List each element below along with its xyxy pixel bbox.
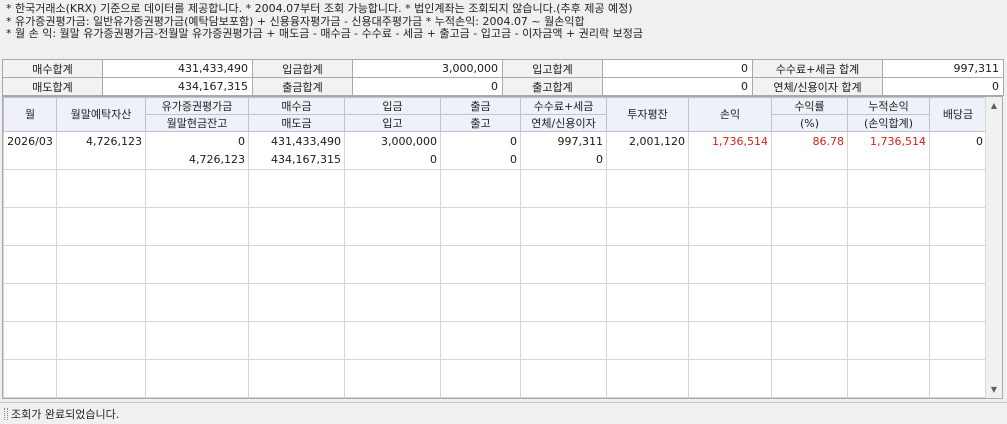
header-buy[interactable]: 매수금 [248, 97, 345, 115]
cell-sell: 434,167,315 [248, 150, 345, 170]
header-cum-pnl-sub[interactable]: (손익합계) [847, 114, 930, 132]
empty-row[interactable] [3, 378, 987, 398]
monthly-pnl-table: 월 월말예탁자산 유가증권평가금 매수금 입금 출금 수수료+세금 투자평잔 손… [3, 97, 987, 398]
empty-row[interactable] [3, 340, 987, 360]
cell-avg-investment: 2,001,120 [606, 131, 689, 151]
cell-return-pct: 86.78 [771, 131, 848, 151]
cell-deposit: 3,000,000 [344, 131, 441, 151]
header-cum-pnl[interactable]: 누적손익 [847, 97, 930, 115]
empty-row[interactable] [3, 321, 987, 341]
empty-row[interactable] [3, 226, 987, 246]
header-month-end-cash[interactable]: 월말현금잔고 [145, 114, 249, 132]
notice-line-krx: * 한국거래소(KRX) 기준으로 데이터를 제공합니다. * 2004.07부… [6, 3, 633, 15]
header-pnl[interactable]: 손익 [688, 97, 772, 132]
withdraw-total-label: 출금합계 [252, 77, 353, 96]
stock-in-total-label: 입고합계 [502, 59, 603, 78]
withdraw-total-value: 0 [352, 77, 503, 96]
cell-withdraw: 0 [440, 131, 521, 151]
cell-dividend: 0 [929, 131, 987, 151]
header-return-unit[interactable]: (%) [771, 114, 848, 132]
cell-stock-in: 0 [344, 150, 441, 170]
cell-month: 2026/03 [3, 131, 57, 151]
interest-total-value: 0 [882, 77, 1004, 96]
cell-securities-eval: 0 [145, 131, 249, 151]
cell-cum-pnl: 1,736,514 [847, 131, 930, 151]
header-stock-in[interactable]: 입고 [344, 114, 441, 132]
header-month[interactable]: 월 [3, 97, 57, 132]
cell-pnl: 1,736,514 [688, 131, 772, 151]
cell-month-end-assets: 4,726,123 [56, 131, 146, 151]
cell-month-end-cash: 4,726,123 [145, 150, 249, 170]
notice-line-securities-eval: * 유가증권평가금: 일반유가증권평가금(예탁담보포함) + 신용융자평가금 -… [6, 15, 585, 28]
cell-buy: 431,433,490 [248, 131, 345, 151]
header-securities-eval[interactable]: 유가증권평가금 [145, 97, 249, 115]
deposit-total-value: 3,000,000 [352, 59, 503, 78]
header-avg-investment[interactable]: 투자평잔 [606, 97, 689, 132]
header-stock-out[interactable]: 출고 [440, 114, 521, 132]
grip-icon[interactable] [4, 407, 8, 420]
buy-total-value: 431,433,490 [102, 59, 253, 78]
notice-line-monthly-pnl: * 월 손 익: 월말 유가증권평가금-전월말 유가증권평가금 + 매도금 - … [6, 28, 643, 40]
status-bar: 조회가 완료되었습니다. [0, 402, 1007, 424]
empty-row[interactable] [3, 245, 987, 265]
header-dividend[interactable]: 배당금 [929, 97, 987, 132]
fee-tax-total-label: 수수료+세금 합계 [752, 59, 883, 78]
table-row-sub[interactable]: 4,726,123 434,167,315 0 0 0 [3, 150, 987, 170]
header-fee-tax[interactable]: 수수료+세금 [520, 97, 607, 115]
empty-row[interactable] [3, 283, 987, 303]
stock-in-total-value: 0 [602, 59, 753, 78]
status-message: 조회가 완료되었습니다. [11, 407, 120, 421]
empty-row[interactable] [3, 188, 987, 208]
scroll-up-icon[interactable]: ▲ [986, 97, 1002, 114]
notice-panel: * 한국거래소(KRX) 기준으로 데이터를 제공합니다. * 2004.07부… [0, 0, 1007, 56]
interest-total-label: 연체/신용이자 합계 [752, 77, 883, 96]
header-withdraw[interactable]: 출금 [440, 97, 521, 115]
stock-out-total-label: 출고합계 [502, 77, 603, 96]
monthly-pnl-grid[interactable]: 월 월말예탁자산 유가증권평가금 매수금 입금 출금 수수료+세금 투자평잔 손… [2, 96, 1003, 399]
empty-row[interactable] [3, 169, 987, 189]
cell-fee-tax: 997,311 [520, 131, 607, 151]
header-return[interactable]: 수익률 [771, 97, 848, 115]
header-deposit[interactable]: 입금 [344, 97, 441, 115]
fee-tax-total-value: 997,311 [882, 59, 1004, 78]
deposit-total-label: 입금합계 [252, 59, 353, 78]
empty-row[interactable] [3, 359, 987, 379]
header-month-end-assets[interactable]: 월말예탁자산 [56, 97, 146, 132]
empty-row[interactable] [3, 302, 987, 322]
summary-table: 매수합계 431,433,490 입금합계 3,000,000 입고합계 0 수… [2, 59, 1004, 96]
buy-total-label: 매수합계 [2, 59, 103, 78]
header-interest[interactable]: 연체/신용이자 [520, 114, 607, 132]
empty-row[interactable] [3, 207, 987, 227]
table-row[interactable]: 2026/03 4,726,123 0 431,433,490 3,000,00… [3, 131, 987, 151]
sell-total-value: 434,167,315 [102, 77, 253, 96]
stock-out-total-value: 0 [602, 77, 753, 96]
header-sell[interactable]: 매도금 [248, 114, 345, 132]
cell-interest: 0 [520, 150, 607, 170]
vertical-scrollbar[interactable]: ▲ ▼ [985, 97, 1002, 398]
sell-total-label: 매도합계 [2, 77, 103, 96]
empty-row[interactable] [3, 264, 987, 284]
scroll-down-icon[interactable]: ▼ [986, 381, 1002, 398]
cell-stock-out: 0 [440, 150, 521, 170]
